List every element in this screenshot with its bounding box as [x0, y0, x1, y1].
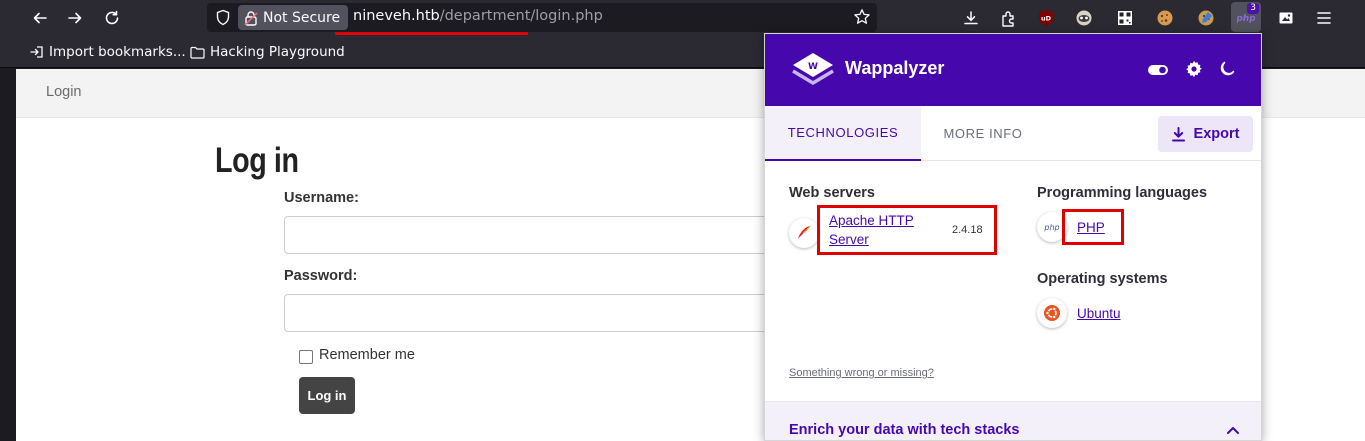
menu-icon	[1317, 12, 1331, 24]
forward-arrow-icon	[68, 12, 82, 24]
username-label: Username:	[284, 190, 359, 206]
username-input[interactable]	[284, 216, 774, 254]
screenshot-button[interactable]	[1273, 5, 1299, 31]
privacy-badger-button[interactable]	[1071, 5, 1097, 31]
navbar-title[interactable]: Login	[46, 84, 81, 100]
cookie-button[interactable]	[1152, 5, 1178, 31]
wappalyzer-header: W Wappalyzer	[765, 34, 1261, 106]
svg-text:W: W	[808, 62, 818, 72]
folder-icon	[190, 46, 205, 59]
cookie-editor-button[interactable]	[1193, 5, 1219, 31]
remember-me-label[interactable]: Remember me	[319, 347, 415, 363]
export-download-icon	[1171, 126, 1185, 141]
download-icon	[964, 11, 978, 25]
bookmark-folder-hacking-playground[interactable]: Hacking Playground	[190, 44, 345, 60]
security-indicator[interactable]: Not Secure	[238, 5, 349, 30]
login-submit-button[interactable]: Log in	[299, 377, 355, 414]
insecure-lock-icon	[244, 10, 258, 26]
url-highlight-underline	[335, 32, 528, 35]
ublock-icon: uD	[1039, 10, 1053, 26]
wappalyzer-button[interactable]: php 3	[1231, 2, 1261, 32]
highlight-box-php	[1062, 209, 1124, 245]
apache-icon-wrapper	[789, 218, 819, 248]
forward-button[interactable]	[61, 4, 89, 32]
ubuntu-icon-wrapper	[1037, 298, 1067, 328]
url-bar[interactable]: Not Secure nineveh.htb/department/login.…	[207, 3, 877, 32]
wappalyzer-count-badge: 3	[1247, 3, 1259, 14]
app-menu-button[interactable]	[1311, 5, 1337, 31]
export-label: Export	[1193, 126, 1240, 142]
wappalyzer-popup: W Wappalyzer TECHNOLOGIES MORE INFO Expo…	[764, 33, 1262, 441]
tab-more-info[interactable]: MORE INFO	[921, 106, 1045, 161]
chevron-up-icon[interactable]	[1227, 426, 1239, 434]
extensions-icon	[1001, 10, 1014, 27]
ublock-button[interactable]: uD	[1033, 5, 1059, 31]
category-operating-systems: Operating systems	[1037, 271, 1168, 287]
highlight-box-apache	[817, 205, 997, 255]
tracking-shield-icon[interactable]	[215, 9, 231, 26]
feedback-link[interactable]: Something wrong or missing?	[789, 367, 934, 379]
url-host: nineveh.htb	[353, 8, 440, 24]
settings-gear-icon[interactable]	[1185, 60, 1203, 78]
category-web-servers: Web servers	[789, 185, 875, 201]
wappalyzer-logo-icon: W	[792, 53, 834, 85]
bookmark-label: Import bookmarks...	[49, 44, 186, 60]
enrich-title: Enrich your data with tech stacks	[789, 422, 1020, 438]
svg-text:php: php	[1237, 14, 1255, 24]
qr-code-icon	[1118, 11, 1132, 25]
remember-me-checkbox[interactable]	[299, 350, 313, 364]
back-arrow-icon	[33, 12, 47, 24]
wappalyzer-tabs: TECHNOLOGIES MORE INFO Export	[765, 106, 1261, 161]
url-text[interactable]: nineveh.htb/department/login.php	[353, 8, 603, 24]
apache-feather-icon	[798, 225, 811, 239]
security-label: Not Secure	[263, 9, 341, 26]
password-label: Password:	[284, 268, 358, 284]
privacy-badger-icon	[1076, 10, 1092, 26]
tab-technologies[interactable]: TECHNOLOGIES	[765, 106, 921, 161]
export-button[interactable]: Export	[1158, 116, 1253, 152]
back-button[interactable]	[26, 4, 54, 32]
svg-text:uD: uD	[1041, 15, 1052, 23]
bookmark-label: Hacking Playground	[210, 44, 345, 60]
browser-toolbar: Not Secure nineveh.htb/department/login.…	[0, 0, 1365, 36]
extensions-button[interactable]	[995, 5, 1021, 31]
reload-icon	[105, 10, 119, 25]
dark-mode-moon-icon[interactable]	[1218, 60, 1236, 78]
url-path: /department/login.php	[439, 8, 603, 24]
reload-button[interactable]	[98, 4, 126, 32]
wappalyzer-title: Wappalyzer	[845, 58, 945, 78]
qr-code-button[interactable]	[1112, 5, 1138, 31]
bookmark-import[interactable]: Import bookmarks...	[30, 44, 186, 60]
password-input[interactable]	[284, 294, 774, 332]
ubuntu-logo-icon	[1044, 305, 1060, 321]
screenshot-icon	[1279, 12, 1293, 24]
import-icon	[30, 46, 43, 58]
enrich-panel[interactable]: Enrich your data with tech stacks	[765, 401, 1261, 440]
toggle-icon[interactable]	[1147, 63, 1169, 77]
downloads-button[interactable]	[958, 5, 984, 31]
php-logo-icon: php	[1044, 222, 1060, 232]
cookie-icon	[1157, 10, 1173, 26]
bookmark-star-icon[interactable]	[853, 8, 871, 26]
category-programming-languages: Programming languages	[1037, 185, 1208, 201]
cookie-editor-icon	[1198, 10, 1214, 26]
page-heading: Log in	[215, 141, 299, 180]
tech-link-ubuntu[interactable]: Ubuntu	[1077, 304, 1121, 323]
